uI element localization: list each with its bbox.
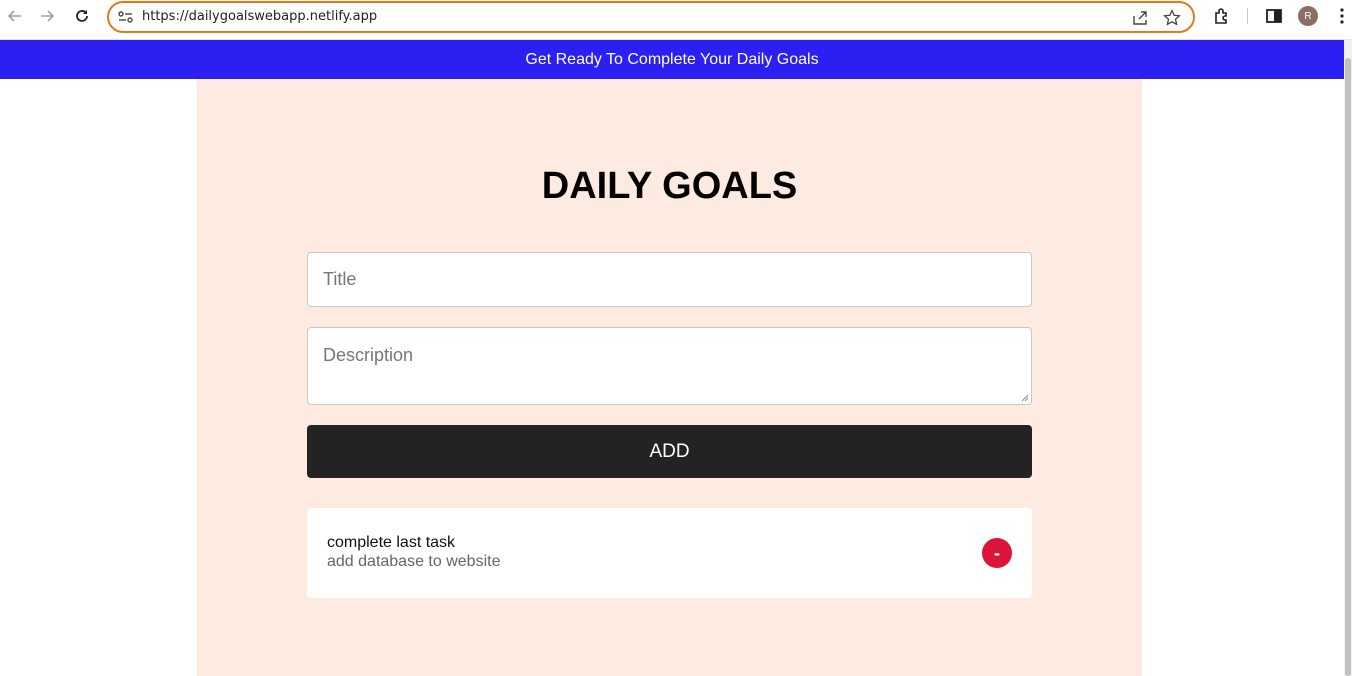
extensions-icon[interactable] — [1212, 6, 1232, 26]
reload-icon — [76, 10, 88, 22]
star-icon[interactable] — [1162, 8, 1182, 28]
forward-button[interactable] — [35, 4, 59, 28]
remove-goal-button[interactable]: - — [982, 538, 1012, 568]
top-banner: Get Ready To Complete Your Daily Goals — [0, 40, 1344, 79]
goal-item: complete last task add database to websi… — [307, 508, 1032, 598]
goal-description: add database to website — [327, 553, 501, 570]
resize-handle-icon[interactable] — [1021, 394, 1029, 402]
toolbar-divider — [1247, 8, 1248, 24]
more-menu-icon[interactable] — [1332, 6, 1352, 26]
back-button[interactable] — [3, 4, 27, 28]
page-title: DAILY GOALS — [541, 165, 798, 207]
browser-toolbar: https://dailygoalswebapp.netlify.app R — [0, 0, 1352, 40]
add-button[interactable]: ADD — [307, 425, 1032, 478]
description-textarea[interactable]: Description — [307, 327, 1032, 405]
arrow-left-icon — [7, 10, 21, 22]
side-panel-icon[interactable] — [1264, 6, 1284, 26]
title-input[interactable]: Title — [307, 252, 1032, 307]
url-text: https://dailygoalswebapp.netlify.app — [142, 9, 378, 24]
share-icon[interactable] — [1130, 8, 1150, 28]
goal-title: complete last task — [327, 534, 456, 551]
goals-panel: DAILY GOALS Title Description ADD comple… — [197, 79, 1142, 676]
arrow-right-icon — [41, 10, 55, 22]
site-settings-icon — [118, 11, 133, 23]
description-placeholder: Description — [323, 345, 414, 365]
reload-button[interactable] — [70, 4, 94, 28]
profile-avatar[interactable]: R — [1298, 6, 1318, 26]
scrollbar-thumb[interactable] — [1345, 58, 1351, 676]
page-scrollbar[interactable] — [1344, 40, 1352, 676]
address-bar[interactable]: https://dailygoalswebapp.netlify.app — [107, 1, 1195, 33]
